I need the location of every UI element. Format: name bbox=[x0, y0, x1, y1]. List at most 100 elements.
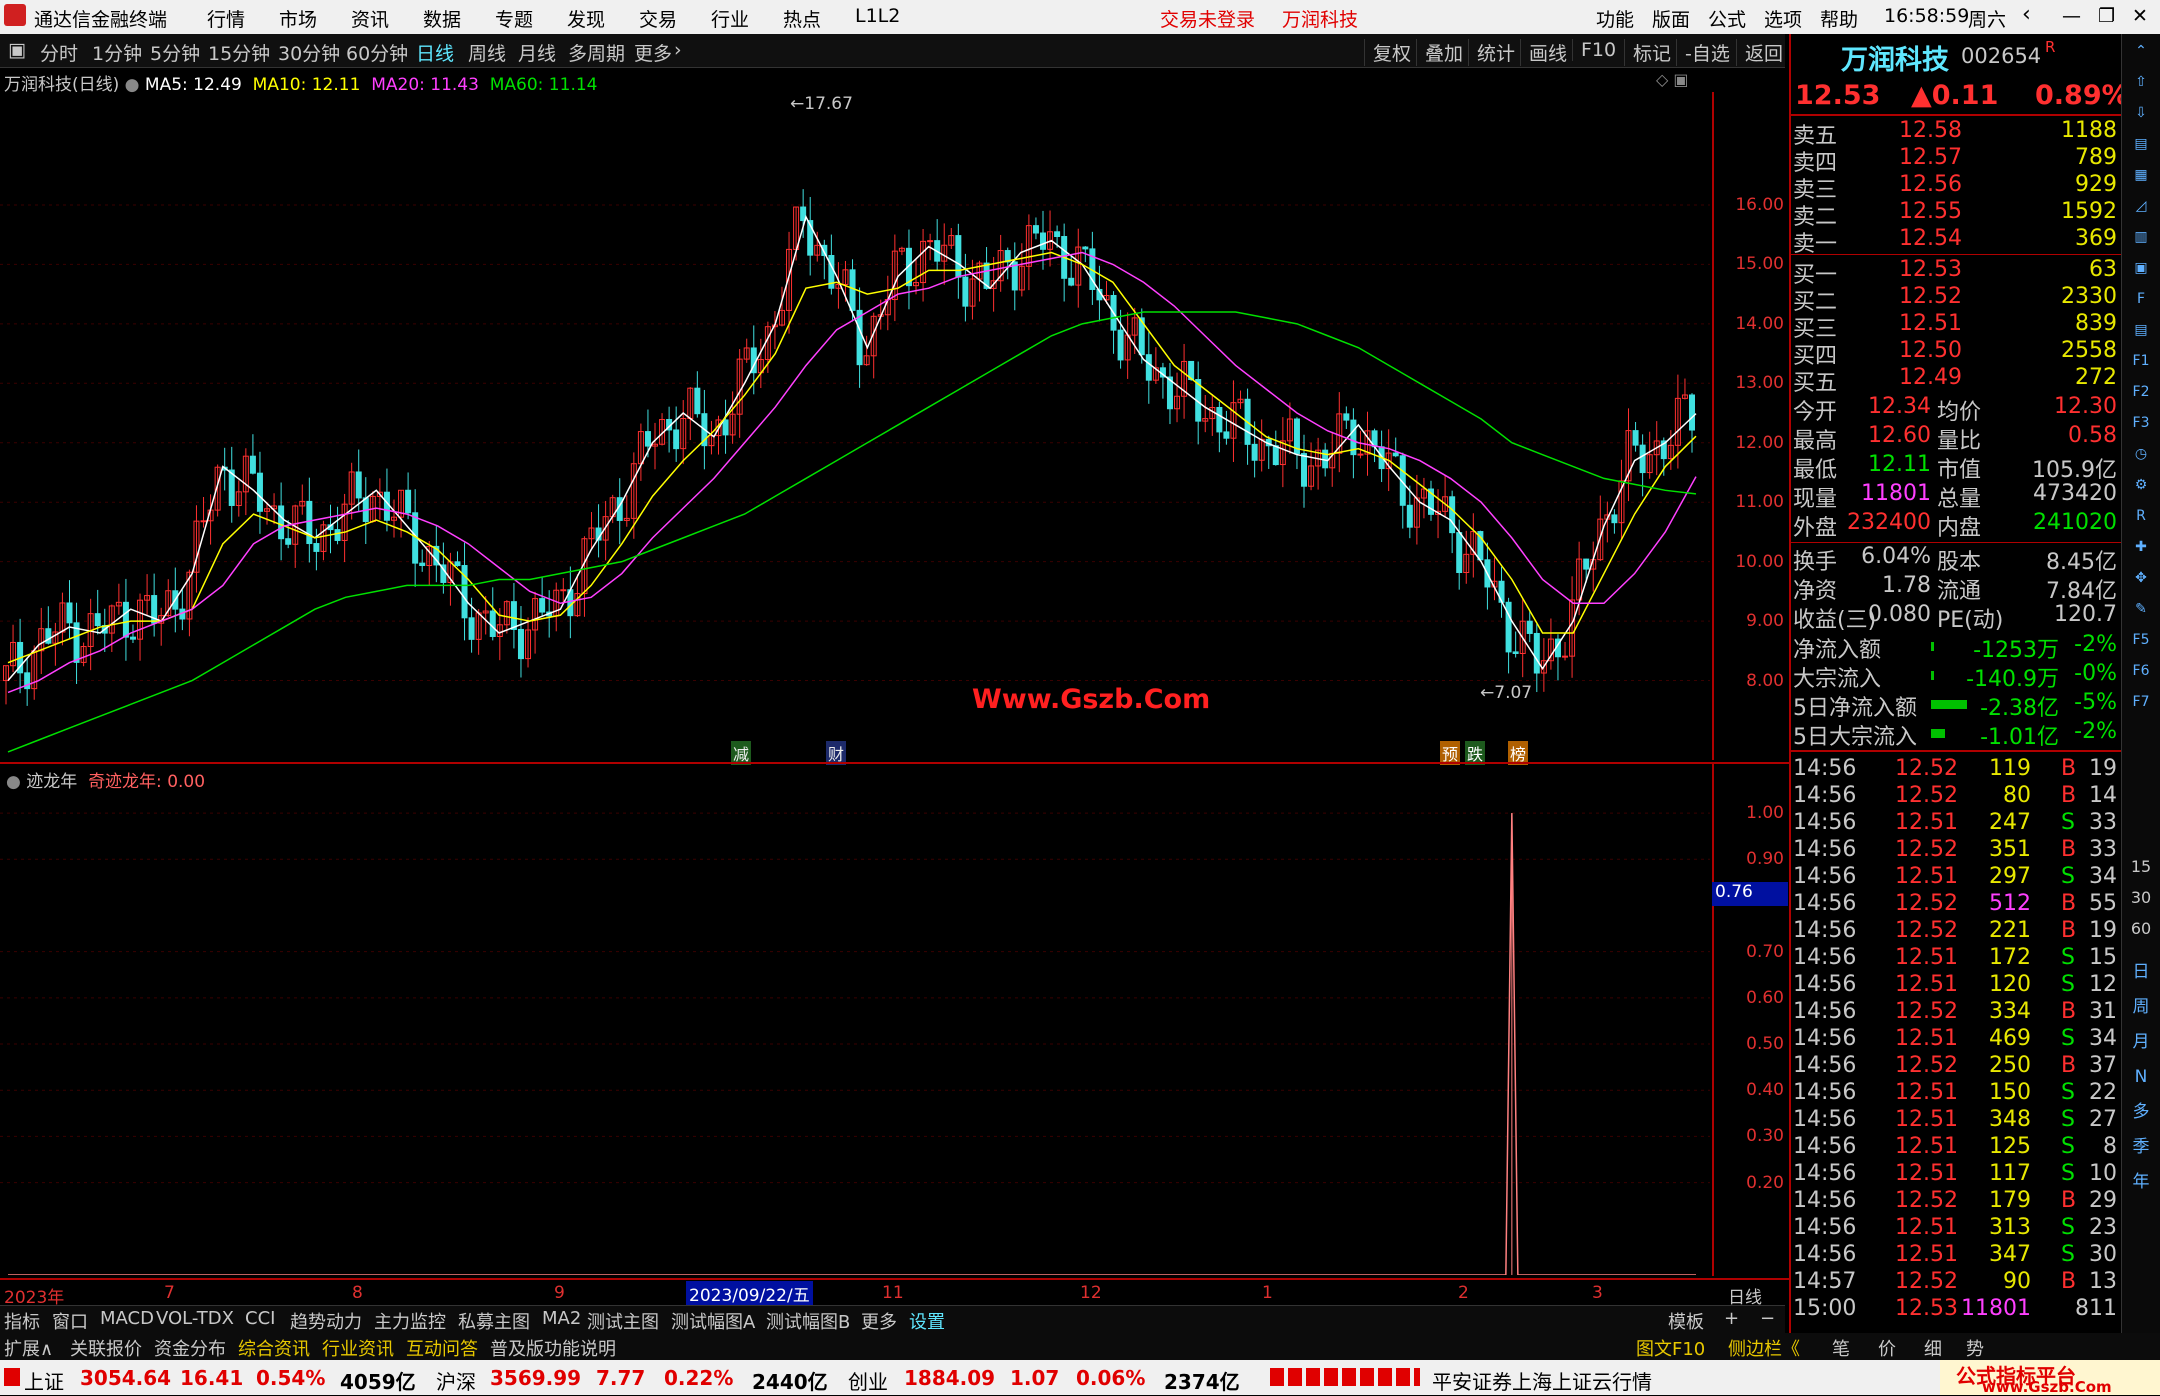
rsi-icon[interactable]: R bbox=[2128, 503, 2154, 529]
f6-icon[interactable]: F6 bbox=[2128, 658, 2154, 684]
indicator-tab-5[interactable]: 趋势动力 bbox=[290, 1308, 362, 1334]
bid-row[interactable]: 买三 12.51 839 bbox=[1791, 311, 2121, 342]
indicator-chart[interactable] bbox=[0, 790, 1710, 1275]
arrow-up-icon[interactable]: ⇧ bbox=[2128, 69, 2154, 95]
menu-item-zhuanti[interactable]: 专题 bbox=[495, 5, 533, 32]
period-tab-fenshi[interactable]: 分时 bbox=[40, 39, 78, 66]
ext-right-5[interactable]: 势 bbox=[1966, 1335, 1984, 1361]
close-icon[interactable]: ✕ bbox=[2132, 5, 2148, 27]
period-shortcut-5[interactable]: 季 bbox=[2128, 1134, 2154, 1160]
ext-tab-4[interactable]: 行业资讯 bbox=[322, 1335, 394, 1361]
move-icon[interactable]: ✥ bbox=[2128, 565, 2154, 591]
indicator-tab-2[interactable]: MACD bbox=[100, 1308, 154, 1329]
menu-item-xuanxiang[interactable]: 选项 bbox=[1764, 5, 1802, 32]
toolbar-fuquan[interactable]: 复权 bbox=[1364, 39, 1411, 66]
indicator-tab-1[interactable]: 窗口 bbox=[52, 1308, 88, 1334]
ask-row[interactable]: 卖五 12.58 1188 bbox=[1791, 118, 2121, 149]
menu-item-gongshi[interactable]: 公式 bbox=[1708, 5, 1746, 32]
period-shortcut-3[interactable]: N bbox=[2128, 1064, 2154, 1090]
clock-icon[interactable]: ◷ bbox=[2128, 441, 2154, 467]
period-tab-daily[interactable]: 日线 bbox=[416, 39, 454, 66]
chart-icon[interactable]: ◿ bbox=[2128, 193, 2154, 219]
toolbar-biaoji[interactable]: 标记 bbox=[1624, 39, 1671, 66]
tile-icon[interactable]: ▣ bbox=[2128, 255, 2154, 281]
menu-item-hangye[interactable]: 行业 bbox=[711, 5, 749, 32]
toolbar-fanhui[interactable]: 返回 bbox=[1736, 39, 1783, 66]
sh-index-name[interactable]: 上证 bbox=[24, 1366, 64, 1395]
menu-item-banmian[interactable]: 版面 bbox=[1652, 5, 1690, 32]
period-shortcut-60[interactable]: 60 bbox=[2128, 916, 2154, 942]
period-tab-multi[interactable]: 多周期 bbox=[568, 39, 625, 66]
back-icon[interactable]: ‹ bbox=[2022, 2, 2031, 27]
menu-item-faxian[interactable]: 发现 bbox=[567, 5, 605, 32]
list2-icon[interactable]: ▤ bbox=[2128, 317, 2154, 343]
period-tab-more[interactable]: 更多 bbox=[634, 39, 672, 66]
indicator-tab-6[interactable]: 主力监控 bbox=[374, 1308, 446, 1334]
pen-icon[interactable]: ✎ bbox=[2128, 596, 2154, 622]
ext-tab-3[interactable]: 综合资讯 bbox=[238, 1335, 310, 1361]
menu-item-jiaoyi[interactable]: 交易 bbox=[639, 5, 677, 32]
f2-icon[interactable]: F2 bbox=[2128, 379, 2154, 405]
minimize-icon[interactable]: — bbox=[2062, 5, 2081, 27]
menu-item-zixun[interactable]: 资讯 bbox=[351, 5, 389, 32]
bid-row[interactable]: 买五 12.49 272 bbox=[1791, 365, 2121, 396]
candle-icon[interactable]: ▥ bbox=[2128, 224, 2154, 250]
indicator-tab-11[interactable]: 测试幅图B bbox=[766, 1308, 850, 1334]
period-tab-weekly[interactable]: 周线 bbox=[468, 39, 506, 66]
menu-item-bangzhu[interactable]: 帮助 bbox=[1820, 5, 1858, 32]
legend-dot-icon[interactable]: ● bbox=[6, 772, 21, 792]
f3-icon[interactable]: F3 bbox=[2128, 410, 2154, 436]
menu-item-shichang[interactable]: 市场 bbox=[279, 5, 317, 32]
toolbar-huaxian[interactable]: 画线 bbox=[1520, 39, 1567, 66]
ext-right-1[interactable]: 侧边栏《 bbox=[1728, 1335, 1800, 1361]
tool-icon[interactable]: ✚ bbox=[2128, 534, 2154, 560]
period-tab-1min[interactable]: 1分钟 bbox=[92, 39, 142, 66]
period-tab-60min[interactable]: 60分钟 bbox=[346, 39, 408, 66]
indicator-tab-12[interactable]: 更多 bbox=[861, 1308, 897, 1334]
toolbar-f10[interactable]: F10 bbox=[1572, 39, 1616, 61]
tabs-right-1[interactable]: + bbox=[1724, 1308, 1739, 1329]
period-shortcut-0[interactable]: 日 bbox=[2128, 959, 2154, 985]
chevron-right-icon[interactable]: › bbox=[674, 39, 682, 61]
ask-row[interactable]: 卖四 12.57 789 bbox=[1791, 145, 2121, 176]
gear-icon[interactable]: ⚙ bbox=[2128, 472, 2154, 498]
menu-item-redian[interactable]: 热点 bbox=[783, 5, 821, 32]
indicator-tab-0[interactable]: 指标 bbox=[4, 1308, 40, 1334]
sz-index-name[interactable]: 沪深 bbox=[436, 1366, 476, 1395]
period-shortcut-30[interactable]: 30 bbox=[2128, 885, 2154, 911]
arrow-down-icon[interactable]: ⇩ bbox=[2128, 100, 2154, 126]
indicator-tab-3[interactable]: VOL-TDX bbox=[156, 1308, 234, 1329]
tabs-right-2[interactable]: − bbox=[1760, 1308, 1775, 1329]
ask-row[interactable]: 卖三 12.56 929 bbox=[1791, 172, 2121, 203]
ext-tab-5[interactable]: 互动问答 bbox=[406, 1335, 478, 1361]
tick-list[interactable]: 14:56 12.52 119 B 19 14:56 12.52 80 B 14 14:56 12.5… bbox=[1791, 750, 2121, 1352]
flow-row[interactable]: 5日大宗流入 -1.01亿 -2% bbox=[1791, 719, 2121, 750]
list-icon[interactable]: ▤ bbox=[2128, 131, 2154, 157]
period-tab-15min[interactable]: 15分钟 bbox=[208, 39, 270, 66]
indicator-tab-8[interactable]: MA2 bbox=[542, 1308, 581, 1329]
indicator-tab-7[interactable]: 私募主图 bbox=[458, 1308, 530, 1334]
indicator-tab-4[interactable]: CCI bbox=[245, 1308, 275, 1329]
restore-icon[interactable]: ❐ bbox=[2098, 5, 2115, 27]
chevron-up-icon[interactable]: ⌃ bbox=[2128, 38, 2154, 64]
period-tab-30min[interactable]: 30分钟 bbox=[278, 39, 340, 66]
f5-icon[interactable]: F5 bbox=[2128, 627, 2154, 653]
ext-right-4[interactable]: 细 bbox=[1924, 1335, 1942, 1361]
period-shortcut-1[interactable]: 周 bbox=[2128, 994, 2154, 1020]
ext-tab-1[interactable]: 关联报价 bbox=[70, 1335, 142, 1361]
candlestick-chart[interactable] bbox=[0, 92, 1710, 760]
period-tab-5min[interactable]: 5分钟 bbox=[150, 39, 200, 66]
flow-row[interactable]: 大宗流入 -140.9万 -0% bbox=[1791, 661, 2121, 692]
toolbar-tongji[interactable]: 统计 bbox=[1468, 39, 1515, 66]
period-shortcut-15[interactable]: 15 bbox=[2128, 854, 2154, 880]
bid-row[interactable]: 买一 12.53 63 bbox=[1791, 257, 2121, 288]
cy-index-name[interactable]: 创业 bbox=[848, 1366, 888, 1395]
ext-right-2[interactable]: 笔 bbox=[1832, 1335, 1850, 1361]
ext-tab-6[interactable]: 普及版功能说明 bbox=[490, 1335, 616, 1361]
bid-row[interactable]: 买二 12.52 2330 bbox=[1791, 284, 2121, 315]
menu-item-shuju[interactable]: 数据 bbox=[423, 5, 461, 32]
indicator-tab-10[interactable]: 测试幅图A bbox=[671, 1308, 755, 1334]
toolbar-zixuan[interactable]: -自选 bbox=[1676, 39, 1730, 66]
period-shortcut-2[interactable]: 月 bbox=[2128, 1029, 2154, 1055]
f7-icon[interactable]: F7 bbox=[2128, 689, 2154, 715]
